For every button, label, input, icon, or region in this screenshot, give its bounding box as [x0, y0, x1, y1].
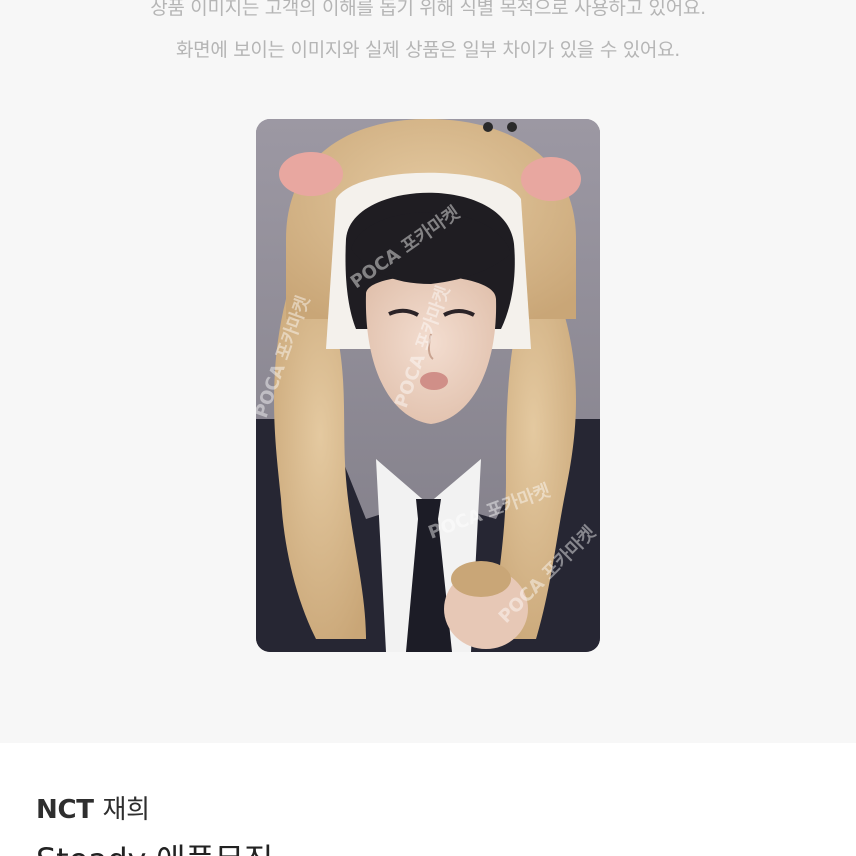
- product-title: Steady 애플뮤직: [36, 835, 273, 856]
- product-artist[interactable]: NCT 재희: [36, 789, 150, 826]
- product-image-section: 상품 이미지는 고객의 이해를 돕기 위해 식별 목적으로 사용하고 있어요. …: [0, 0, 856, 743]
- product-member: 재희: [102, 795, 150, 825]
- photocard-illustration: POCA 포카마켓 POCA 포카마켓 POCA 포카마켓 POCA 포카마켓 …: [256, 119, 600, 652]
- product-info-section: NCT 재희 Steady 애플뮤직: [0, 743, 856, 856]
- product-detail-page: 상품 이미지는 고객의 이해를 돕기 위해 식별 목적으로 사용하고 있어요. …: [0, 0, 856, 856]
- image-notice-line-2: 화면에 보이는 이미지와 실제 상품은 일부 차이가 있을 수 있어요.: [175, 39, 681, 61]
- product-photocard-image[interactable]: POCA 포카마켓 POCA 포카마켓 POCA 포카마켓 POCA 포카마켓 …: [256, 119, 600, 652]
- product-group: NCT: [36, 795, 94, 825]
- image-notice-line-1: 상품 이미지는 고객의 이해를 돕기 위해 식별 목적으로 사용하고 있어요.: [150, 0, 706, 19]
